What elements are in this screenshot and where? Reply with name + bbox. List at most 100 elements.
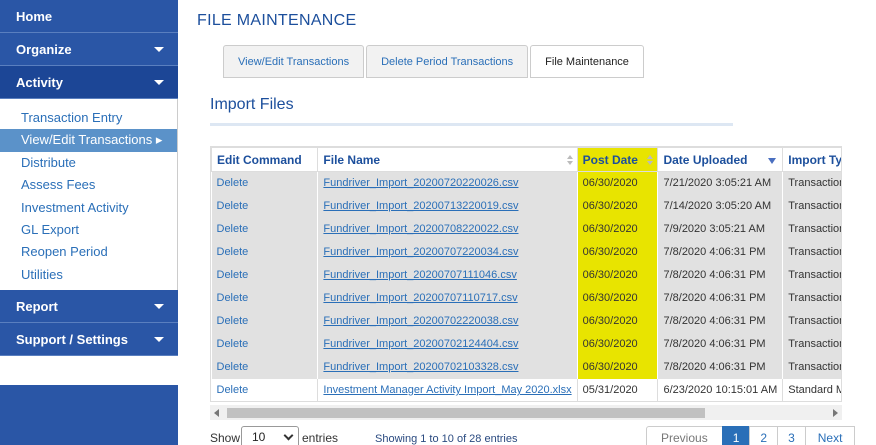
import-type-cell: Transaction A: [782, 240, 841, 264]
page-title: FILE MAINTENANCE: [197, 12, 357, 29]
delete-link[interactable]: Delete: [211, 309, 319, 333]
file-name-link[interactable]: Fundriver_Import_20200713220019.csv: [317, 194, 578, 218]
import-type-cell: Transaction A: [782, 217, 841, 241]
import-type-cell: Transaction A: [782, 309, 841, 333]
scrollbar-thumb[interactable]: [227, 408, 705, 418]
nav-home[interactable]: Home: [0, 0, 178, 33]
delete-link[interactable]: Delete: [211, 263, 319, 287]
pagination: Previous 1 2 3 Next: [646, 426, 856, 445]
delete-link[interactable]: Delete: [211, 378, 319, 401]
import-type-cell: Transaction A: [782, 355, 841, 379]
nav-activity[interactable]: Activity: [0, 66, 178, 99]
post-date-cell: 06/30/2020: [577, 263, 659, 287]
table-row: Delete Fundriver_Import_20200713220019.c…: [211, 194, 841, 218]
chevron-right-icon: ▸: [152, 132, 163, 148]
post-date-cell: 05/31/2020: [577, 378, 659, 401]
caret-down-icon: [154, 79, 164, 85]
file-name-link[interactable]: Fundriver_Import_20200707220034.csv: [317, 240, 578, 264]
nav-support-settings[interactable]: Support / Settings: [0, 323, 178, 357]
section-title: Import Files: [210, 96, 294, 113]
delete-link[interactable]: Delete: [211, 286, 319, 310]
page-size-select[interactable]: 10: [241, 426, 299, 445]
col-header-import-type[interactable]: Import Type: [782, 147, 841, 172]
sidebar-item-transaction-entry[interactable]: Transaction Entry: [0, 107, 177, 129]
col-header-date-uploaded[interactable]: Date Uploaded: [657, 147, 784, 172]
sidebar-item-view-edit-transactions[interactable]: View/Edit Transactions ▸: [0, 129, 177, 152]
file-name-link[interactable]: Fundriver_Import_20200707110717.csv: [317, 286, 578, 310]
entries-label: entries: [302, 431, 339, 445]
date-uploaded-cell: 7/8/2020 4:06:31 PM: [657, 263, 784, 287]
table-row: Delete Fundriver_Import_20200707111046.c…: [211, 263, 841, 287]
file-name-link[interactable]: Investment Manager Activity Import_May 2…: [317, 378, 578, 401]
import-type-cell: Transaction A: [782, 171, 841, 195]
sidebar-item-assess-fees[interactable]: Assess Fees: [0, 174, 177, 196]
file-name-link[interactable]: Fundriver_Import_20200702220038.csv: [317, 309, 578, 333]
date-uploaded-cell: 7/8/2020 4:06:31 PM: [657, 286, 784, 310]
sidebar-fill: [0, 385, 178, 445]
post-date-cell: 06/30/2020: [577, 171, 659, 195]
next-page-button[interactable]: Next: [804, 426, 856, 445]
sidebar: Home Organize Activity Transaction Entry…: [0, 0, 178, 445]
tab-delete-period-transactions[interactable]: Delete Period Transactions: [366, 45, 529, 78]
delete-link[interactable]: Delete: [211, 355, 319, 379]
delete-link[interactable]: Delete: [211, 217, 319, 241]
chevron-down-icon: [283, 430, 294, 441]
section-divider: [210, 123, 733, 126]
col-header-post-date[interactable]: Post Date: [576, 147, 659, 172]
page-button-2[interactable]: 2: [749, 426, 779, 445]
scroll-right-icon[interactable]: [833, 409, 838, 417]
horizontal-scrollbar[interactable]: [210, 405, 842, 420]
post-date-cell: 06/30/2020: [577, 240, 659, 264]
scroll-left-icon[interactable]: [214, 409, 219, 417]
tab-view-edit-transactions[interactable]: View/Edit Transactions: [223, 45, 365, 78]
delete-link[interactable]: Delete: [211, 171, 319, 195]
table-row: Delete Fundriver_Import_20200707220034.c…: [211, 240, 841, 264]
nav-organize[interactable]: Organize: [0, 33, 178, 66]
date-uploaded-cell: 7/14/2020 3:05:20 AM: [657, 194, 784, 218]
sidebar-item-investment-activity[interactable]: Investment Activity: [0, 197, 177, 219]
delete-link[interactable]: Delete: [211, 240, 319, 264]
file-name-link[interactable]: Fundriver_Import_20200720220026.csv: [317, 171, 578, 195]
sort-icon: [647, 155, 654, 165]
post-date-cell: 06/30/2020: [577, 194, 659, 218]
page-button-1[interactable]: 1: [721, 426, 751, 445]
file-name-link[interactable]: Fundriver_Import_20200702124404.csv: [317, 332, 578, 356]
sidebar-item-reopen-period[interactable]: Reopen Period: [0, 241, 177, 263]
table-row: Delete Fundriver_Import_20200708220022.c…: [211, 217, 841, 241]
import-type-cell: Standard Ma: [782, 378, 841, 401]
col-header-label: Edit Command: [217, 152, 302, 167]
import-files-table: Edit Command File Name Post Date Date Up…: [210, 146, 842, 402]
post-date-cell: 06/30/2020: [577, 355, 659, 379]
table-row: Delete Fundriver_Import_20200702124404.c…: [211, 332, 841, 356]
previous-page-button[interactable]: Previous: [646, 426, 723, 445]
date-uploaded-cell: 7/9/2020 3:05:21 AM: [657, 217, 784, 241]
col-header-file-name[interactable]: File Name: [317, 147, 578, 172]
sidebar-item-distribute[interactable]: Distribute: [0, 152, 177, 174]
page-size-value: 10: [252, 430, 266, 444]
nav-organize-label: Organize: [16, 41, 72, 57]
post-date-cell: 06/30/2020: [577, 286, 659, 310]
nav-report-label: Report: [16, 298, 58, 314]
table-row: Delete Investment Manager Activity Impor…: [211, 378, 841, 401]
file-name-link[interactable]: Fundriver_Import_20200708220022.csv: [317, 217, 578, 241]
import-type-cell: Transaction A: [782, 286, 841, 310]
delete-link[interactable]: Delete: [211, 332, 319, 356]
page-button-3[interactable]: 3: [777, 426, 806, 445]
table-row: Delete Fundriver_Import_20200702103328.c…: [211, 355, 841, 379]
delete-link[interactable]: Delete: [211, 194, 319, 218]
col-header-label: File Name: [323, 152, 381, 167]
col-header-label: Date Uploaded: [663, 152, 748, 167]
file-name-link[interactable]: Fundriver_Import_20200707111046.csv: [317, 263, 578, 287]
tab-bar: View/Edit Transactions Delete Period Tra…: [223, 45, 646, 78]
nav-support-label: Support / Settings: [16, 331, 128, 347]
table-row: Delete Fundriver_Import_20200720220026.c…: [211, 171, 841, 195]
sidebar-item-gl-export[interactable]: GL Export: [0, 219, 177, 241]
nav-report[interactable]: Report: [0, 290, 178, 324]
import-type-cell: Transaction A: [782, 263, 841, 287]
date-uploaded-cell: 7/8/2020 4:06:31 PM: [657, 309, 784, 333]
file-name-link[interactable]: Fundriver_Import_20200702103328.csv: [317, 355, 578, 379]
sidebar-item-utilities[interactable]: Utilities: [0, 264, 177, 286]
date-uploaded-cell: 6/23/2020 10:15:01 AM: [657, 378, 784, 401]
caret-down-icon: [154, 46, 164, 52]
tab-file-maintenance[interactable]: File Maintenance: [530, 45, 644, 78]
